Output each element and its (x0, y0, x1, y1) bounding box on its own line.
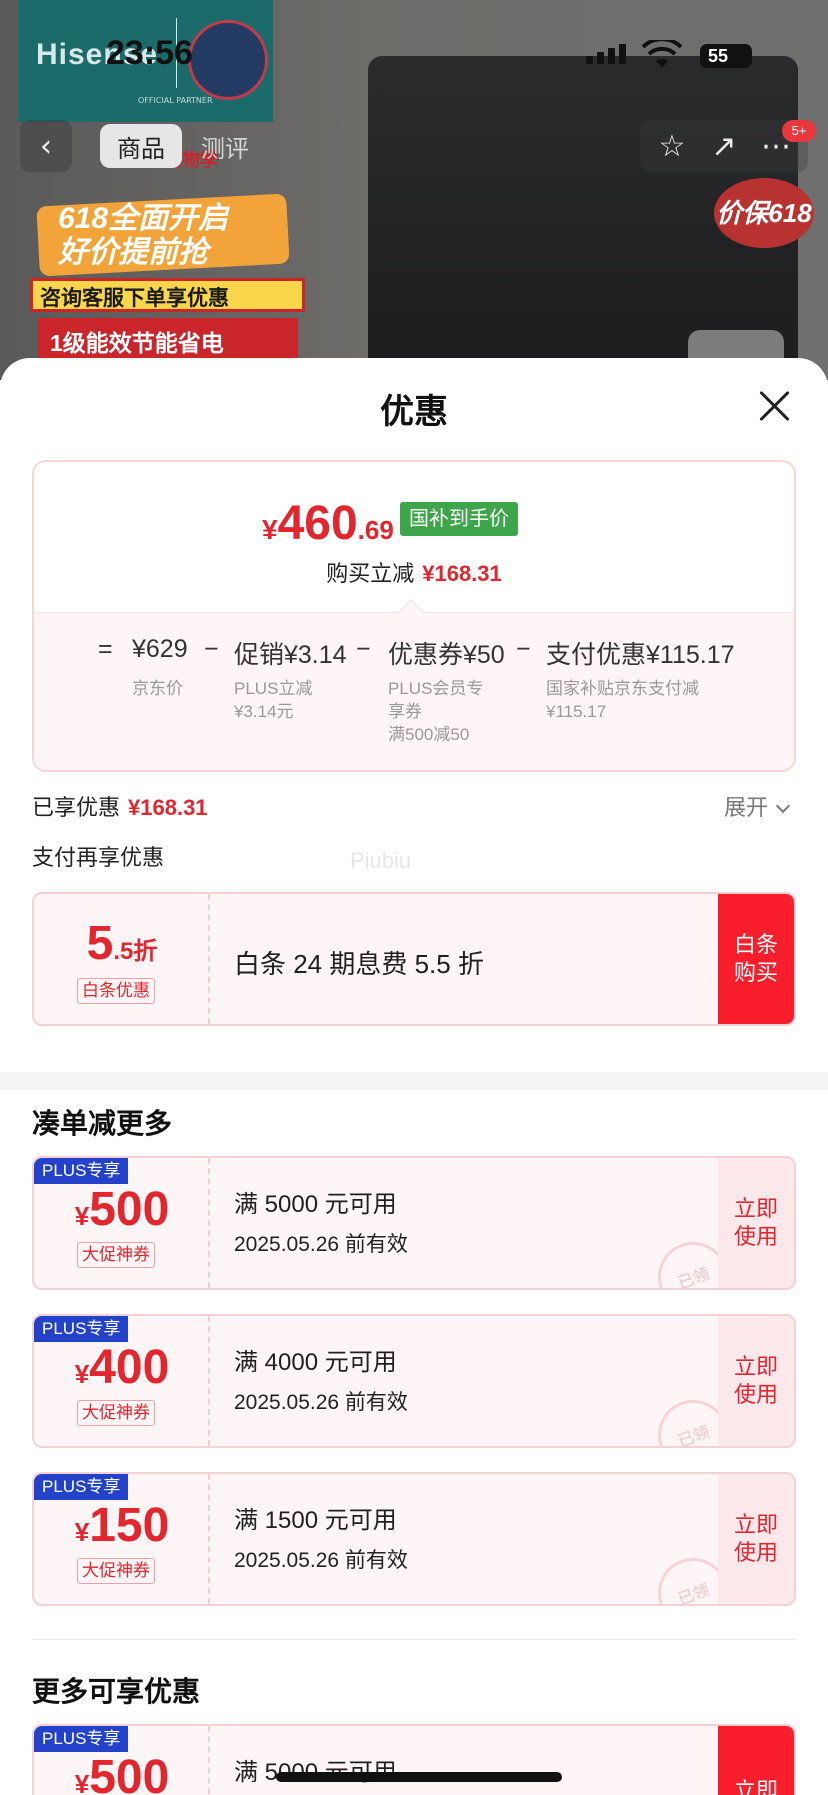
star-icon[interactable]: ☆ (646, 129, 698, 164)
coupon-title: 满 1500 元可用 (234, 1507, 397, 1534)
coupon-amount: ¥400 (74, 1341, 170, 1394)
breakdown-op: − (356, 635, 371, 663)
cellular-signal-icon (586, 44, 626, 64)
tab-review[interactable]: 测评 (190, 124, 260, 168)
coupon-left: ¥500 大促神券 (34, 1158, 210, 1288)
breakdown-value: 支付优惠¥115.17 (546, 641, 735, 669)
use-coupon-button[interactable]: 立即 使用 (718, 1474, 794, 1604)
home-indicator[interactable] (276, 1772, 562, 1782)
coupon-amount: ¥150 (74, 1499, 170, 1552)
breakdown-op: − (204, 635, 219, 663)
coupon-left: 5.5折 白条优惠 (34, 894, 210, 1024)
section-divider (0, 1072, 828, 1090)
coupon-card[interactable]: PLUS专享 ¥500 大促神券 满 5000 元可用 2025.05.26 前… (32, 1156, 796, 1290)
top-nav-bar: ‹ 商品 测评 ☆ ↗ ⋯ 5+ (0, 120, 828, 176)
section-separator (32, 1639, 796, 1640)
discount-amount: 5.5折 (86, 917, 158, 970)
price-breakdown: = ¥629 京东价 − 促销¥3.14 PLUS立减 ¥3.14元 − 优惠券… (34, 612, 794, 770)
final-price: ¥460.69 (262, 497, 394, 550)
use-coupon-button[interactable]: 立即 使用 (718, 1158, 794, 1288)
tab-goods[interactable]: 商品 (100, 124, 182, 168)
page: Hisense OFFICIAL PARTNER 启动购物季 618全面开启好价… (0, 0, 828, 1795)
coupon-tag: 大促神券 (77, 1558, 155, 1584)
coupon-date: 2025.05.26 前有效 (234, 1233, 408, 1256)
promo-banner: 启动购物季 618全面开启好价提前抢 咨询客服下单享优惠 1级能效节能省电 (18, 150, 318, 370)
wifi-icon (642, 40, 682, 68)
section-extra-title: 更多可享优惠 (32, 1676, 201, 1707)
coupon-title: 满 5000 元可用 (234, 1191, 397, 1218)
breakdown-sub: 国家补贴京东支付减 ¥115.17 (546, 679, 699, 721)
sheet-title: 优惠 (380, 393, 448, 431)
baitiao-card[interactable]: 5.5折 白条优惠 白条 24 期息费 5.5 折 白条 购买 (32, 892, 796, 1026)
use-coupon-button[interactable]: 立即 (718, 1726, 794, 1795)
breakdown-value: ¥629 (132, 635, 188, 663)
pay-more-label: 支付再享优惠 (32, 845, 165, 870)
coupon-amount: ¥500 (74, 1183, 170, 1236)
coupon-title: 白条 24 期息费 5.5 折 (234, 949, 484, 979)
coupon-date: 2025.05.26 前有效 (234, 1549, 408, 1572)
breakdown-sub: 京东价 (132, 679, 183, 698)
battery-icon: 55 (700, 44, 752, 68)
use-coupon-button[interactable]: 立即 使用 (718, 1316, 794, 1446)
breakdown-sub: PLUS立减 ¥3.14元 (234, 679, 313, 721)
share-icon[interactable]: ↗ (698, 129, 750, 164)
watermark: Piubiu (350, 848, 412, 873)
coupon-left: ¥150 大促神券 (34, 1474, 210, 1604)
discount-sheet: 优惠 ¥460.69 国补到手价 购买立减 ¥168.31 = ¥629 京东价 … (0, 358, 828, 1795)
promo-line2: 咨询客服下单享优惠 (40, 287, 229, 310)
price-protect-badge: 价保618 (714, 178, 814, 248)
coupon-title: 满 4000 元可用 (234, 1349, 397, 1376)
enjoyed-discount: 已享优惠 ¥168.31 (32, 795, 208, 820)
gov-subsidy-badge: 国补到手价 (400, 502, 518, 536)
expand-button[interactable]: 展开 (724, 790, 791, 822)
status-bar: 23:56 55 (0, 0, 828, 100)
breakdown-value: 促销¥3.14 (234, 641, 347, 669)
instant-cut: 购买立减 ¥168.31 (326, 561, 502, 586)
chevron-down-icon (775, 798, 791, 814)
coupon-card[interactable]: PLUS专享 ¥500 满 5000 元可用 立即 (32, 1724, 796, 1795)
breakdown-sub: PLUS会员专 享券 满500减50 (388, 679, 484, 744)
price-summary-upper: ¥460.69 国补到手价 购买立减 ¥168.31 (34, 462, 794, 612)
promo-line3: 1级能效节能省电 (50, 330, 224, 356)
coupon-date: 2025.05.26 前有效 (234, 1391, 408, 1414)
coupon-left: ¥400 大促神券 (34, 1316, 210, 1446)
breakdown-op: = (98, 635, 113, 663)
coupon-tag: 白条优惠 (77, 978, 155, 1004)
section-more-title: 凑单减更多 (32, 1108, 173, 1139)
chevron-left-icon: ‹ (40, 128, 52, 164)
price-summary-card: ¥460.69 国补到手价 购买立减 ¥168.31 = ¥629 京东价 − 促… (32, 460, 796, 772)
baitiao-buy-button[interactable]: 白条 购买 (718, 894, 794, 1024)
close-icon[interactable] (756, 388, 792, 424)
coupon-amount: ¥500 (74, 1751, 170, 1795)
back-button[interactable]: ‹ (20, 120, 72, 172)
coupon-left: ¥500 (34, 1726, 210, 1795)
breakdown-value: 优惠券¥50 (388, 641, 505, 669)
message-badge: 5+ (782, 120, 816, 142)
status-time: 23:56 (106, 34, 193, 72)
coupon-tag: 大促神券 (77, 1400, 155, 1426)
coupon-card[interactable]: PLUS专享 ¥400 大促神券 满 4000 元可用 2025.05.26 前… (32, 1314, 796, 1448)
breakdown-op: − (516, 635, 531, 663)
promo-line1: 618全面开启 好价提前抢 (58, 202, 229, 269)
coupon-card[interactable]: PLUS专享 ¥150 大促神券 满 1500 元可用 2025.05.26 前… (32, 1472, 796, 1606)
coupon-tag: 大促神券 (77, 1242, 155, 1268)
